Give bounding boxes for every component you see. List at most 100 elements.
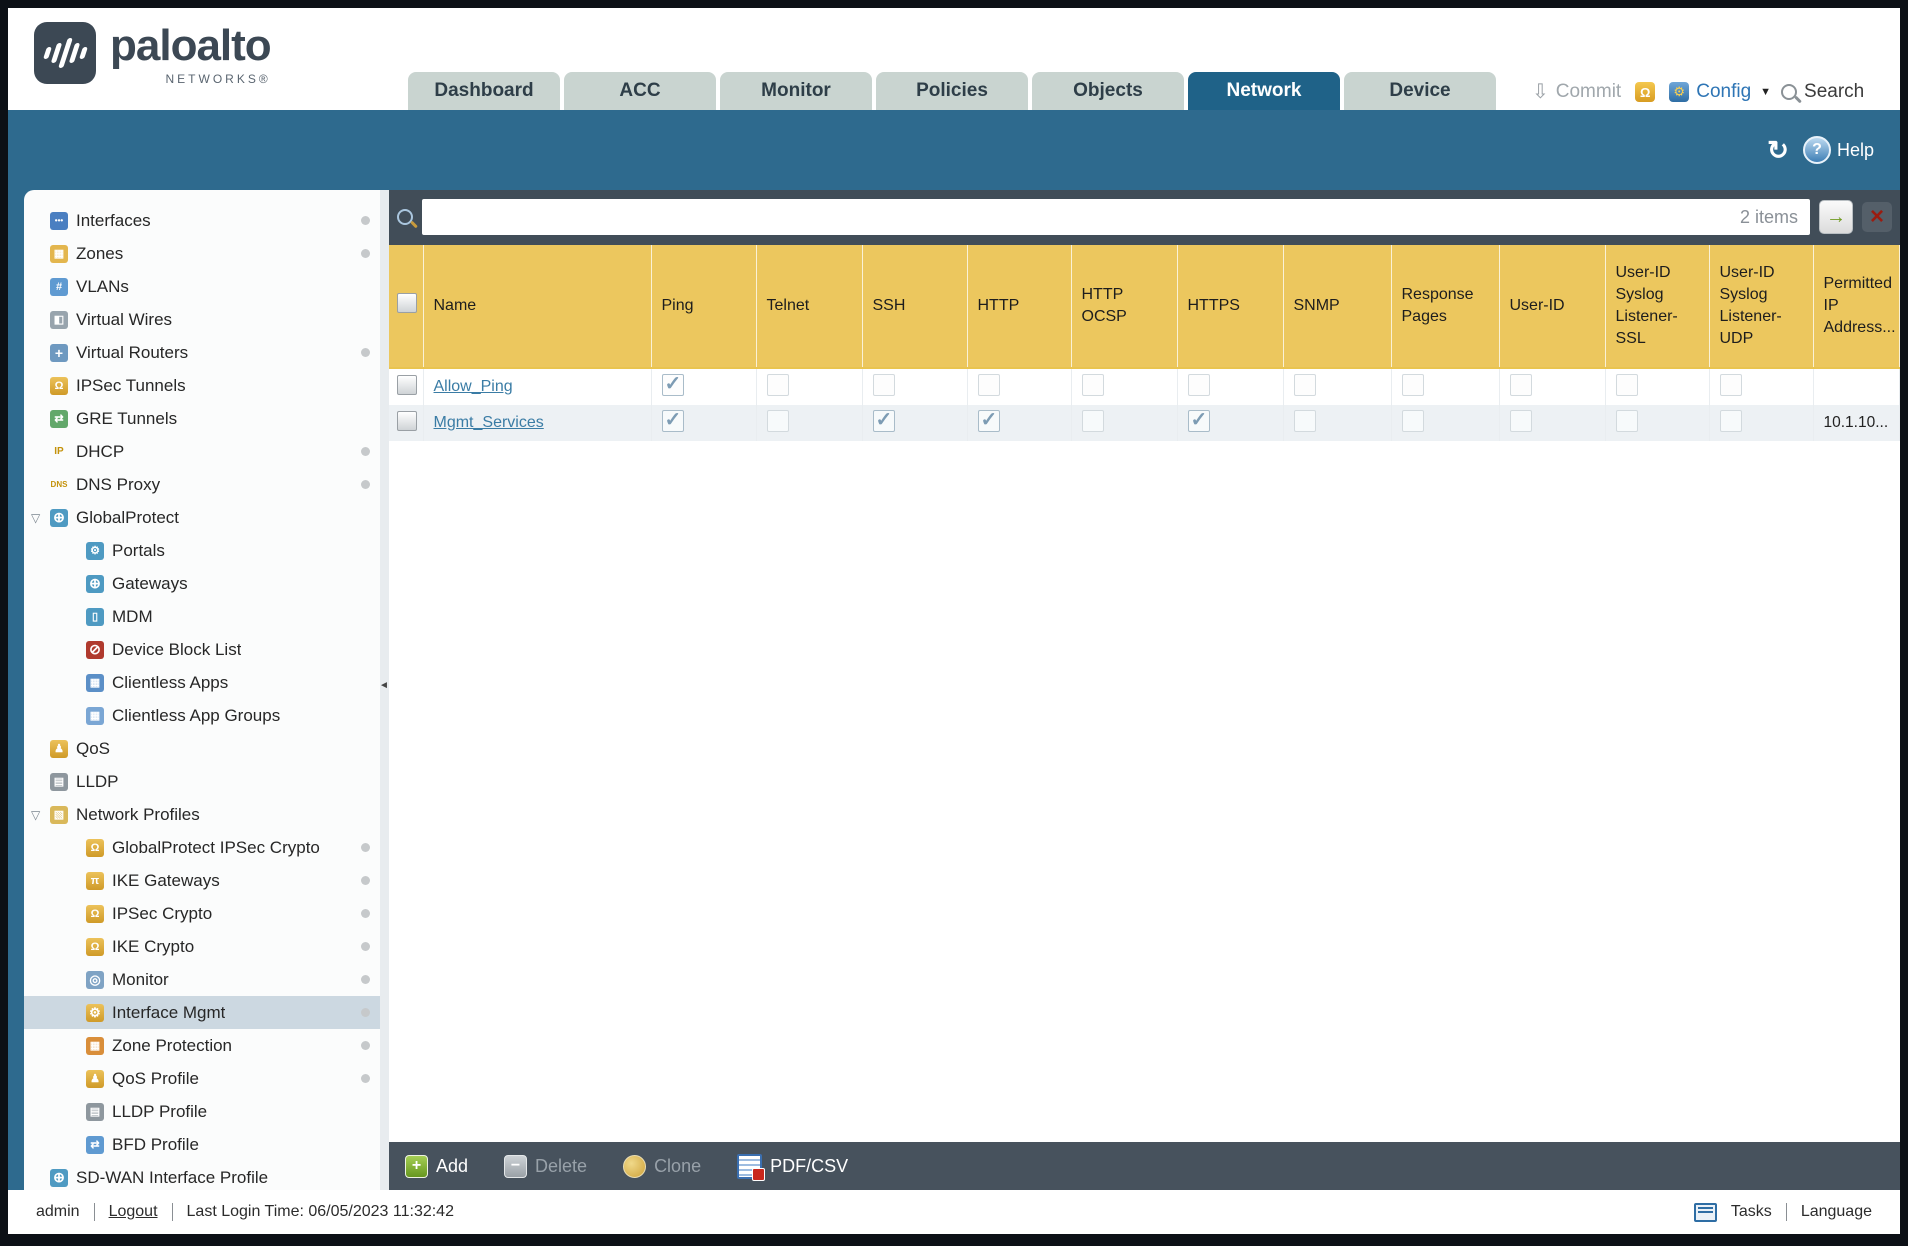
refresh-icon[interactable]: ↻ xyxy=(1767,135,1789,166)
item-dot xyxy=(361,348,370,357)
sidebar-item-portals[interactable]: Portals xyxy=(24,534,380,567)
https-cell xyxy=(1177,405,1284,441)
sidebar-item-monitor[interactable]: Monitor xyxy=(24,963,380,996)
expand-triangle-icon[interactable] xyxy=(31,511,47,525)
sidebar-item-interface-mgmt[interactable]: Interface Mgmt xyxy=(24,996,380,1029)
uid-syslog-ssl-cell xyxy=(1605,368,1710,405)
brand-name: paloalto xyxy=(110,21,272,70)
search-input[interactable] xyxy=(422,199,1740,235)
clone-button[interactable]: Clone xyxy=(623,1154,701,1178)
profile-name-link[interactable]: Allow_Ping xyxy=(434,378,513,395)
clientless-apps-icon xyxy=(86,673,104,692)
clientless-app-groups-icon xyxy=(86,706,104,725)
sidebar-item-gre-tunnels[interactable]: GRE Tunnels xyxy=(24,402,380,435)
sidebar-item-lldp[interactable]: LLDP xyxy=(24,765,380,798)
col-header-uid-syslog-ssl[interactable]: User-ID Syslog Listener-SSL xyxy=(1605,245,1710,369)
sidebar-item-dns-proxy[interactable]: DNS Proxy xyxy=(24,468,380,501)
tasks-icon xyxy=(1693,1202,1717,1222)
expand-triangle-icon[interactable] xyxy=(31,808,47,822)
col-header-name[interactable]: Name xyxy=(423,245,652,369)
item-dot xyxy=(361,216,370,225)
help-icon: ? xyxy=(1802,136,1831,164)
sidebar-item-dhcp[interactable]: DHCP xyxy=(24,435,380,468)
profile-name-link[interactable]: Mgmt_Services xyxy=(434,414,544,431)
tab-network[interactable]: Network xyxy=(1188,72,1340,110)
item-dot xyxy=(361,942,370,951)
sidebar-item-ipsec-tunnels[interactable]: IPSec Tunnels xyxy=(24,369,380,402)
sidebar-item-ike-crypto[interactable]: IKE Crypto xyxy=(24,930,380,963)
sidebar-item-lldp-profile[interactable]: LLDP Profile xyxy=(24,1095,380,1128)
tab-acc[interactable]: ACC xyxy=(564,72,716,110)
http-cell xyxy=(967,405,1072,441)
http-ocsp-check-icon xyxy=(1081,373,1104,396)
sidebar-item-interfaces[interactable]: Interfaces xyxy=(24,204,380,237)
commit-icon: ⇩ xyxy=(1532,81,1549,103)
delete-icon: − xyxy=(504,1154,528,1178)
response-pages-check-icon xyxy=(1401,409,1424,432)
tab-objects[interactable]: Objects xyxy=(1032,72,1184,110)
sidebar-item-qos[interactable]: QoS xyxy=(24,732,380,765)
logout-link[interactable]: Logout xyxy=(109,1203,158,1221)
sidebar-item-sdwan-interface-profile[interactable]: SD-WAN Interface Profile xyxy=(24,1161,380,1190)
global-search-button[interactable]: Search xyxy=(1781,81,1864,103)
lldp-profile-icon xyxy=(86,1102,104,1121)
lock-icon[interactable]: Ω xyxy=(1635,82,1656,102)
sidebar-item-clientless-app-groups[interactable]: Clientless App Groups xyxy=(24,699,380,732)
sidebar-splitter[interactable] xyxy=(379,190,389,1190)
col-header-permitted-ip[interactable]: Permitted IP Address... xyxy=(1813,245,1900,369)
help-button[interactable]: ? Help xyxy=(1802,136,1874,164)
item-dot xyxy=(361,447,370,456)
tab-dashboard[interactable]: Dashboard xyxy=(408,72,560,110)
sidebar-item-gateways[interactable]: Gateways xyxy=(24,567,380,600)
apply-filter-button[interactable]: → xyxy=(1819,200,1853,234)
table-header-row: Name Ping Telnet SSH HTTP HTTP OCSP HTTP… xyxy=(389,245,1900,369)
col-header-snmp[interactable]: SNMP xyxy=(1283,245,1392,369)
language-button[interactable]: Language xyxy=(1801,1203,1872,1221)
sidebar-item-vlans[interactable]: VLANs xyxy=(24,270,380,303)
col-header-http-ocsp[interactable]: HTTP OCSP xyxy=(1071,245,1178,369)
col-header-response-pages[interactable]: Response Pages xyxy=(1391,245,1500,369)
commit-button[interactable]: ⇩ Commit xyxy=(1532,81,1621,103)
sidebar-item-device-block-list[interactable]: Device Block List xyxy=(24,633,380,666)
row-checkbox[interactable] xyxy=(397,410,417,431)
sidebar-item-globalprotect[interactable]: GlobalProtect xyxy=(24,501,380,534)
col-header-uid-syslog-udp[interactable]: User-ID Syslog Listener-UDP xyxy=(1709,245,1814,369)
globalprotect-ipsec-crypto-icon xyxy=(86,838,104,857)
name-cell: Mgmt_Services xyxy=(423,405,652,441)
col-header-ssh[interactable]: SSH xyxy=(862,245,968,369)
sidebar-item-clientless-apps[interactable]: Clientless Apps xyxy=(24,666,380,699)
sidebar-item-network-profiles[interactable]: Network Profiles xyxy=(24,798,380,831)
pdf-csv-button[interactable]: PDF/CSV xyxy=(737,1153,848,1181)
sidebar-item-qos-profile[interactable]: QoS Profile xyxy=(24,1062,380,1095)
telnet-cell xyxy=(756,368,863,405)
col-header-https[interactable]: HTTPS xyxy=(1177,245,1284,369)
tab-policies[interactable]: Policies xyxy=(876,72,1028,110)
tab-monitor[interactable]: Monitor xyxy=(720,72,872,110)
sidebar-item-virtual-wires[interactable]: Virtual Wires xyxy=(24,303,380,336)
col-header-http[interactable]: HTTP xyxy=(967,245,1072,369)
tab-device[interactable]: Device xyxy=(1344,72,1496,110)
col-header-ping[interactable]: Ping xyxy=(651,245,757,369)
permitted-ip-cell: 10.1.10... xyxy=(1813,405,1900,441)
bfd-profile-icon xyxy=(86,1135,104,1154)
col-header-user-id[interactable]: User-ID xyxy=(1499,245,1606,369)
sidebar-item-zone-protection[interactable]: Zone Protection xyxy=(24,1029,380,1062)
config-menu-button[interactable]: ⚙ Config ▼ xyxy=(1669,81,1771,103)
content-panel: 2 items → × Name Ping Telnet SSH HTTP HT… xyxy=(389,190,1900,1190)
sidebar-item-ipsec-crypto[interactable]: IPSec Crypto xyxy=(24,897,380,930)
sidebar-item-ike-gateways[interactable]: IKE Gateways xyxy=(24,864,380,897)
row-checkbox[interactable] xyxy=(397,374,417,395)
telnet-cell xyxy=(756,405,863,441)
select-all-checkbox[interactable] xyxy=(397,292,417,313)
sidebar-item-globalprotect-ipsec-crypto[interactable]: GlobalProtect IPSec Crypto xyxy=(24,831,380,864)
sidebar-item-zones[interactable]: Zones xyxy=(24,237,380,270)
add-button[interactable]: + Add xyxy=(405,1154,468,1178)
col-header-telnet[interactable]: Telnet xyxy=(756,245,863,369)
sidebar-item-bfd-profile[interactable]: BFD Profile xyxy=(24,1128,380,1161)
uid-syslog-ssl-cell xyxy=(1605,405,1710,441)
sidebar-item-virtual-routers[interactable]: Virtual Routers xyxy=(24,336,380,369)
sidebar-item-mdm[interactable]: MDM xyxy=(24,600,380,633)
tasks-button[interactable]: Tasks xyxy=(1731,1203,1772,1221)
clear-filter-button[interactable]: × xyxy=(1862,202,1892,232)
delete-button[interactable]: − Delete xyxy=(504,1154,587,1178)
